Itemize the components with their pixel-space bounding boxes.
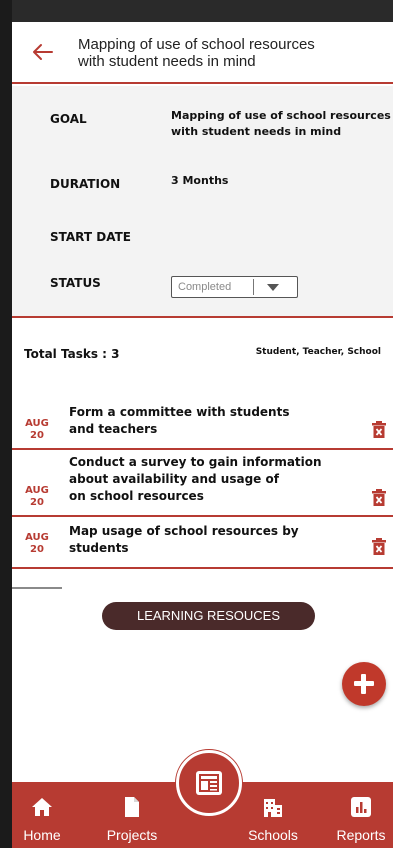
add-task-button[interactable]	[342, 662, 386, 706]
drag-handle	[12, 587, 62, 589]
task-title-line: Map usage of school resources by	[69, 524, 299, 538]
task-month: AUG	[25, 485, 49, 496]
start-date-label: START DATE	[50, 230, 131, 244]
learning-resources-button[interactable]: LEARNING RESOUCES	[102, 602, 315, 630]
newspaper-icon	[196, 771, 222, 795]
task-month: AUG	[25, 532, 49, 543]
nav-home[interactable]: Home	[16, 782, 68, 848]
task-date: AUG 20	[23, 418, 51, 442]
nav-projects-label: Projects	[106, 827, 158, 843]
project-details: GOAL Mapping of use of school resources …	[12, 86, 393, 318]
task-title: Form a committee with students and teach…	[69, 404, 354, 438]
status-bar	[12, 0, 393, 22]
page-title: Mapping of use of school resources with …	[78, 36, 378, 70]
task-date: AUG 20	[23, 532, 51, 556]
goal-value-line-2: with student needs in mind	[171, 125, 342, 138]
center-action-button[interactable]	[176, 750, 242, 816]
task-day: 20	[30, 497, 44, 508]
status-dropdown[interactable]: Completed	[171, 276, 298, 298]
task-row[interactable]: AUG 20 Conduct a survey to gain informat…	[12, 452, 393, 517]
home-icon	[32, 798, 52, 816]
nav-schools[interactable]: Schools	[238, 782, 308, 848]
status-label: STATUS	[50, 276, 101, 290]
trash-icon[interactable]	[372, 538, 386, 555]
document-icon	[125, 797, 139, 817]
goal-value: Mapping of use of school resources with …	[171, 108, 391, 140]
page-title-line-2: with student needs in mind	[78, 53, 256, 70]
task-title-line: Form a committee with students	[69, 405, 290, 419]
nav-reports[interactable]: Reports	[330, 782, 392, 848]
nav-reports-label: Reports	[336, 827, 386, 843]
chevron-down-icon	[267, 284, 279, 291]
goal-value-line-1: Mapping of use of school resources	[171, 109, 391, 122]
app-screen: Mapping of use of school resources with …	[12, 0, 393, 848]
task-month: AUG	[25, 418, 49, 429]
back-arrow-icon[interactable]	[30, 42, 54, 62]
task-title-line: on school resources	[69, 489, 204, 503]
trash-icon[interactable]	[372, 421, 386, 438]
task-title-line: Conduct a survey to gain information	[69, 455, 322, 469]
nav-projects[interactable]: Projects	[96, 782, 168, 848]
header: Mapping of use of school resources with …	[12, 22, 393, 84]
total-tasks: Total Tasks : 3	[24, 347, 120, 361]
task-row[interactable]: AUG 20 Map usage of school resources by …	[12, 519, 393, 569]
building-icon	[264, 799, 282, 817]
task-title-line: students	[69, 541, 129, 555]
task-day: 20	[30, 430, 44, 441]
task-title: Map usage of school resources by student…	[69, 523, 354, 557]
task-day: 20	[30, 544, 44, 555]
duration-label: DURATION	[50, 177, 121, 191]
plus-icon-vertical	[361, 674, 366, 694]
task-row[interactable]: AUG 20 Form a committee with students an…	[12, 403, 393, 450]
trash-icon[interactable]	[372, 489, 386, 506]
task-date: AUG 20	[23, 485, 51, 509]
nav-schools-label: Schools	[248, 827, 298, 843]
task-title: Conduct a survey to gain information abo…	[69, 454, 354, 505]
nav-home-label: Home	[23, 827, 61, 843]
status-value: Completed	[178, 281, 232, 293]
goal-label: GOAL	[50, 112, 87, 126]
dropdown-divider	[253, 279, 254, 295]
task-roles: Student, Teacher, School	[255, 347, 381, 357]
task-title-line: about availability and usage of	[69, 472, 279, 486]
task-title-line: and teachers	[69, 422, 158, 436]
page-title-line-1: Mapping of use of school resources	[78, 36, 315, 53]
duration-value: 3 Months	[171, 174, 229, 187]
bar-chart-icon	[351, 797, 371, 817]
